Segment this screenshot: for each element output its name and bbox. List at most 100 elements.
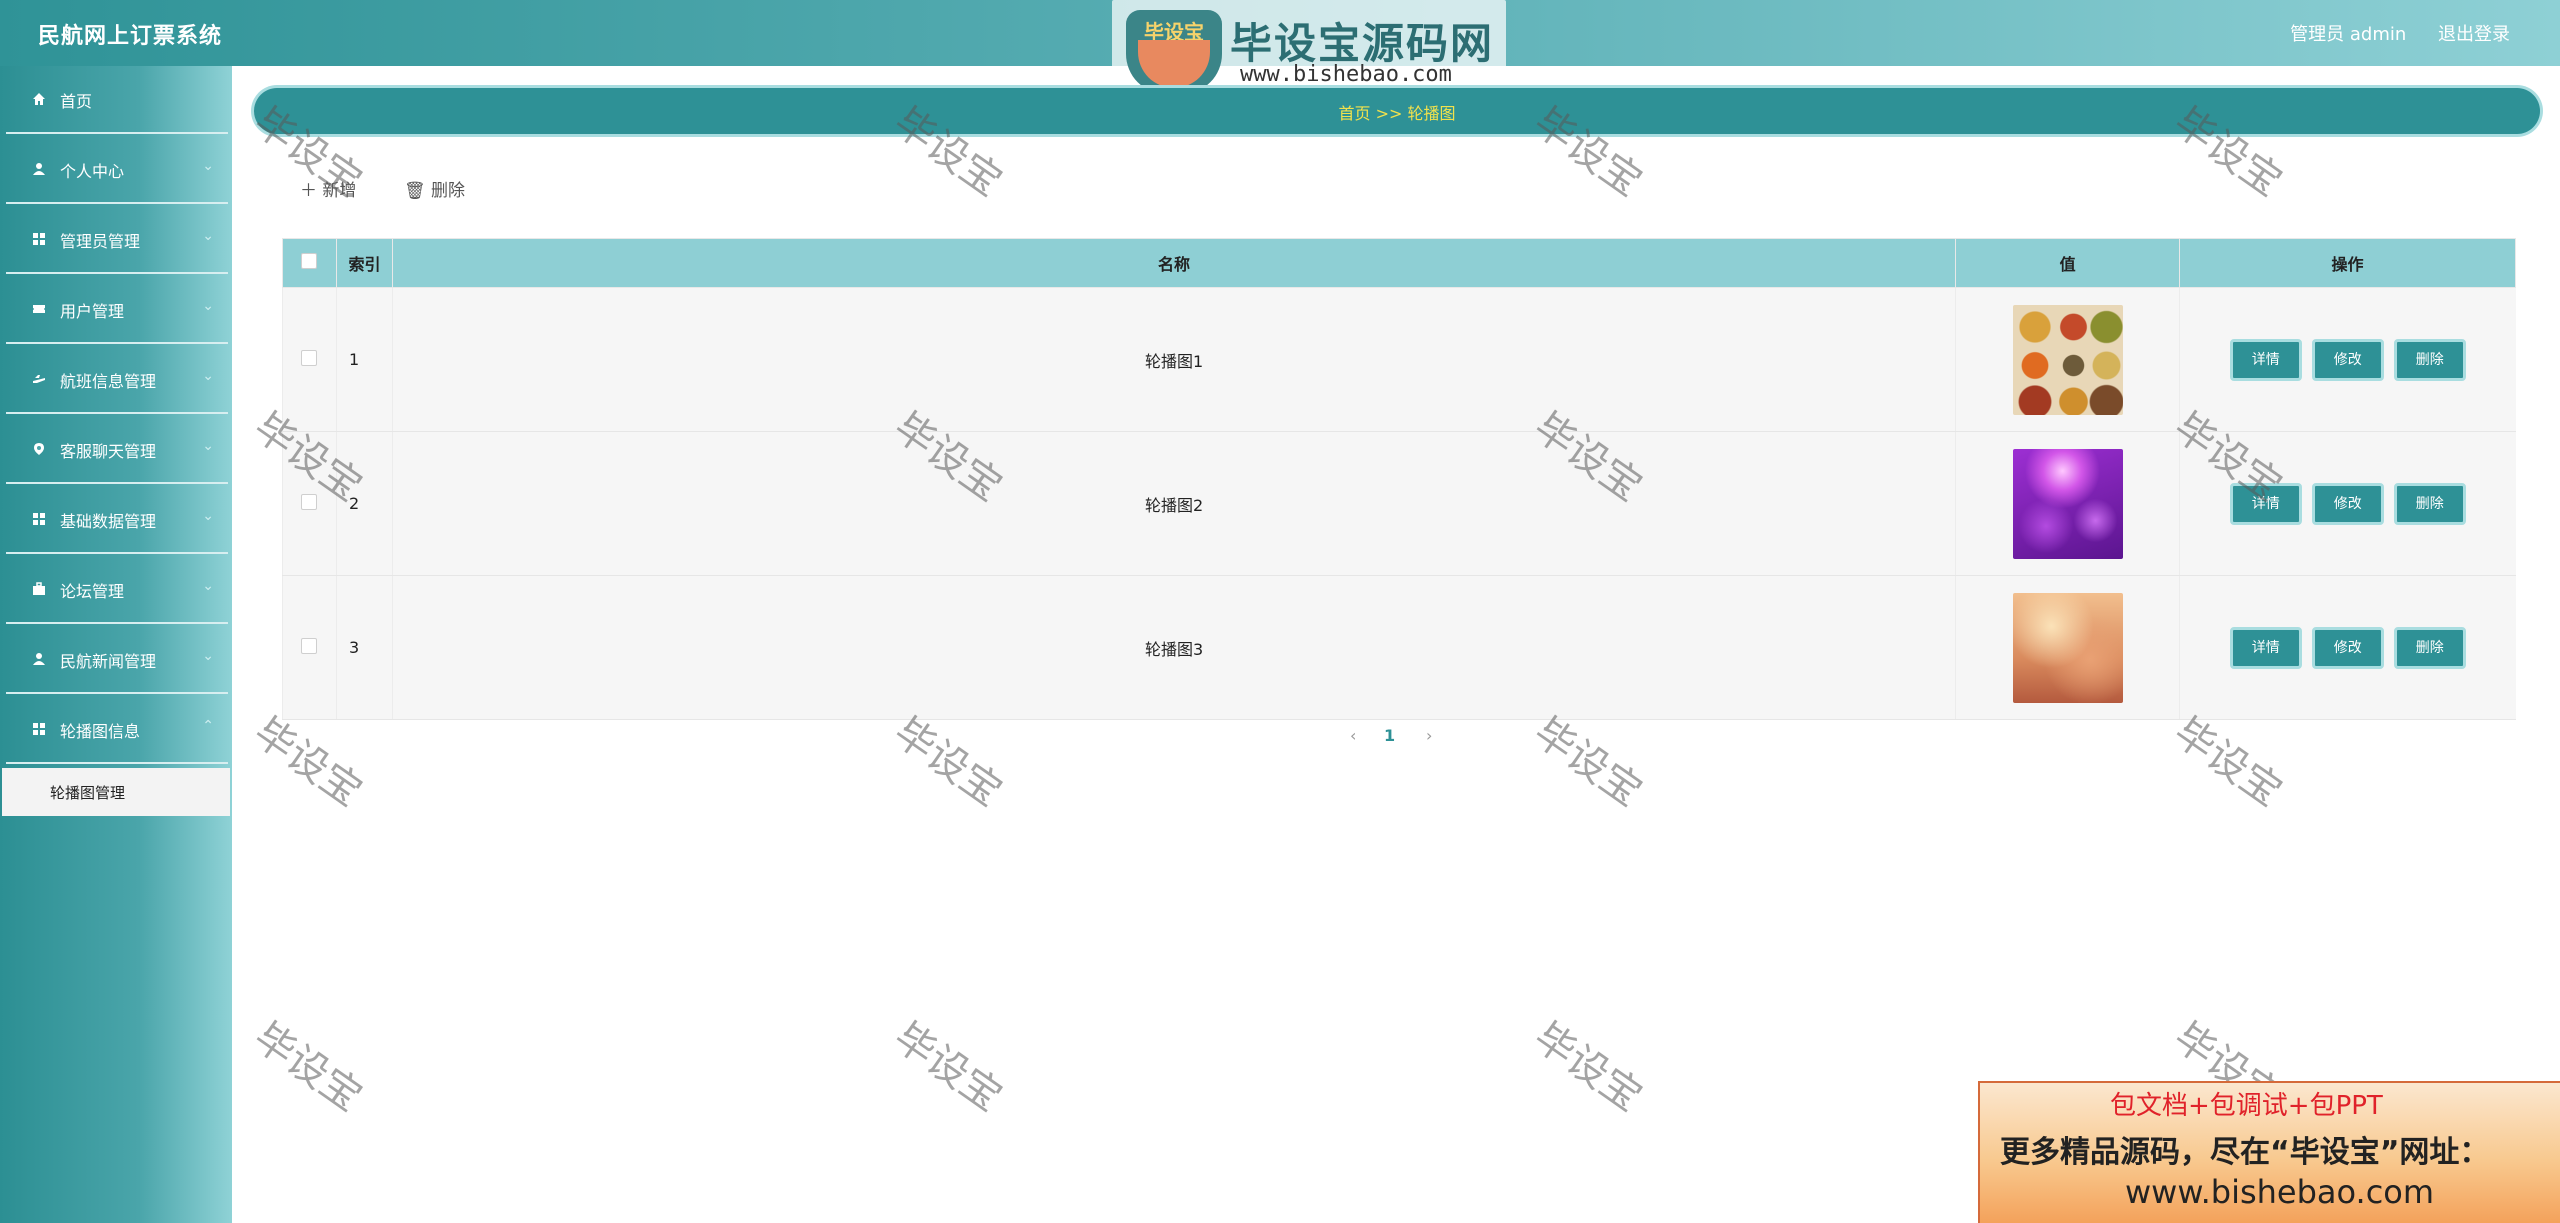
table-row: 2 轮播图2 详情 修改 删除 (282, 431, 2516, 576)
sidebar-item-admin-management[interactable]: 管理员管理 ⌄ (6, 206, 228, 274)
delete-button[interactable]: 删除 (2393, 338, 2466, 381)
row-checkbox[interactable] (301, 493, 318, 510)
row-index: 2 (335, 431, 393, 576)
table-header-row: 索引 名称 值 操作 (282, 238, 2516, 288)
row-actions: 详情 修改 删除 (2179, 431, 2516, 576)
grid-icon (33, 513, 45, 525)
edit-button[interactable]: 修改 (2311, 626, 2384, 669)
page-number-current[interactable]: 1 (1384, 726, 1395, 745)
sidebar-item-home[interactable]: 首页 (6, 66, 228, 134)
sidebar-item-label: 首页 (60, 92, 93, 111)
logo-url: www.bishebao.com (1240, 62, 1452, 87)
row-actions: 详情 修改 删除 (2179, 287, 2516, 432)
sidebar-item-news[interactable]: 民航新闻管理 ⌄ (6, 626, 228, 694)
chevron-down-icon: ⌄ (202, 368, 214, 384)
chevron-down-icon: ⌄ (202, 228, 214, 244)
chevron-down-icon: ⌄ (202, 298, 214, 314)
column-header[interactable]: 索引 (335, 238, 393, 288)
edit-button[interactable]: 修改 (2311, 338, 2384, 381)
table-row: 3 轮播图3 详情 修改 删除 (282, 575, 2516, 720)
sidebar-item-carousel-info[interactable]: 轮播图信息 ⌃ (6, 696, 228, 764)
carousel-image-thumbnail[interactable] (2012, 592, 2123, 703)
row-value-cell (1955, 575, 2180, 720)
grid-icon (33, 233, 45, 245)
admin-user-link[interactable]: 管理员 admin (2290, 24, 2406, 45)
select-all-cell (282, 238, 337, 288)
breadcrumb: 首页 >> 轮播图 (254, 88, 2540, 134)
select-all-checkbox[interactable] (301, 253, 318, 269)
logout-link[interactable]: 退出登录 (2438, 24, 2510, 45)
delete-button[interactable]: 删除 (2393, 626, 2466, 669)
home-icon (33, 93, 45, 105)
row-checkbox-cell (282, 575, 337, 720)
row-value-cell (1955, 431, 2180, 576)
chevron-down-icon: ⌄ (202, 438, 214, 454)
row-index: 1 (335, 287, 393, 432)
sidebar-subitem-carousel-management[interactable]: 轮播图管理 (2, 768, 230, 816)
next-page-button[interactable]: › (1426, 726, 1432, 745)
watermark: 毕设宝 (245, 1014, 371, 1121)
column-header[interactable]: 值 (1955, 238, 2181, 288)
carousel-image-thumbnail[interactable] (2012, 448, 2123, 559)
promo-line-2: 更多精品源码，尽在“毕设宝”网址： (2000, 1135, 2490, 1170)
logo-face-shape (1138, 40, 1210, 88)
chevron-down-icon: ⌄ (202, 648, 214, 664)
add-button[interactable]: ＋ 新增 (300, 176, 356, 201)
user-icon (33, 163, 45, 175)
row-checkbox-cell (282, 287, 337, 432)
sidebar-item-label: 论坛管理 (60, 582, 125, 601)
logo-badge-icon: 毕设宝 (1126, 10, 1222, 94)
delete-selected-button[interactable]: 🗑 删除 (404, 176, 465, 201)
row-index: 3 (335, 575, 393, 720)
watermark: 毕设宝 (1525, 1014, 1651, 1121)
row-name: 轮播图3 (391, 575, 1956, 720)
promo-banner[interactable]: 包文档+包调试+包PPT 更多精品源码，尽在“毕设宝”网址： www.bishe… (1978, 1081, 2560, 1223)
sidebar-item-label: 管理员管理 (60, 232, 141, 251)
sidebar-item-user-management[interactable]: 用户管理 ⌄ (6, 276, 228, 344)
sidebar-item-forum[interactable]: 论坛管理 ⌄ (6, 556, 228, 624)
sidebar-item-personal-center[interactable]: 个人中心 ⌄ (6, 136, 228, 204)
breadcrumb-text[interactable]: 首页 >> 轮播图 (254, 100, 2540, 124)
row-value-cell (1955, 287, 2180, 432)
briefcase-icon (33, 582, 45, 595)
prev-page-button[interactable]: ‹ (1350, 726, 1356, 745)
row-actions: 详情 修改 删除 (2179, 575, 2516, 720)
sidebar-item-label: 民航新闻管理 (60, 652, 157, 671)
row-checkbox-cell (282, 431, 337, 576)
sidebar-item-customer-chat[interactable]: 客服聊天管理 ⌄ (6, 416, 228, 484)
detail-button[interactable]: 详情 (2229, 482, 2302, 525)
column-header: 操作 (2179, 238, 2516, 288)
carousel-table: 索引 名称 值 操作 1 轮播图1 详情 修改 删除 2 轮播图2 详情 修改 删除 (282, 238, 2516, 720)
promo-line-1: 包文档+包调试+包PPT (2110, 1091, 2383, 1121)
plane-icon (33, 375, 45, 383)
app-title: 民航网上订票系统 (38, 24, 223, 49)
sidebar-item-label: 客服聊天管理 (60, 442, 157, 461)
sidebar-item-label: 用户管理 (60, 302, 125, 321)
watermark: 毕设宝 (885, 1014, 1011, 1121)
sidebar-item-flight-management[interactable]: 航班信息管理 ⌄ (6, 346, 228, 414)
sidebar-item-label: 航班信息管理 (60, 372, 157, 391)
sidebar-item-label: 轮播图信息 (60, 722, 141, 741)
carousel-image-thumbnail[interactable] (2012, 304, 2123, 415)
row-checkbox[interactable] (301, 637, 318, 654)
chevron-up-icon: ⌃ (202, 718, 214, 734)
top-right-user-area: 管理员 admin 退出登录 (2264, 20, 2510, 46)
ticket-icon (33, 305, 45, 313)
location-icon (34, 443, 44, 455)
chevron-down-icon: ⌄ (202, 578, 214, 594)
delete-button[interactable]: 删除 (2393, 482, 2466, 525)
detail-button[interactable]: 详情 (2229, 338, 2302, 381)
column-header[interactable]: 名称 (391, 238, 1957, 288)
sidebar-item-basic-data[interactable]: 基础数据管理 ⌄ (6, 486, 228, 554)
table-row: 1 轮播图1 详情 修改 删除 (282, 287, 2516, 432)
promo-url[interactable]: www.bishebao.com (2125, 1173, 2434, 1211)
sidebar: 首页 个人中心 ⌄ 管理员管理 ⌄ 用户管理 ⌄ 航班信息管理 ⌄ 客服聊天管理… (0, 66, 232, 1223)
sidebar-item-label: 个人中心 (60, 162, 125, 181)
chevron-down-icon: ⌄ (202, 158, 214, 174)
edit-button[interactable]: 修改 (2311, 482, 2384, 525)
detail-button[interactable]: 详情 (2229, 626, 2302, 669)
row-name: 轮播图1 (391, 287, 1956, 432)
user-icon (33, 653, 45, 665)
row-checkbox[interactable] (301, 349, 318, 366)
grid-icon (33, 723, 45, 735)
